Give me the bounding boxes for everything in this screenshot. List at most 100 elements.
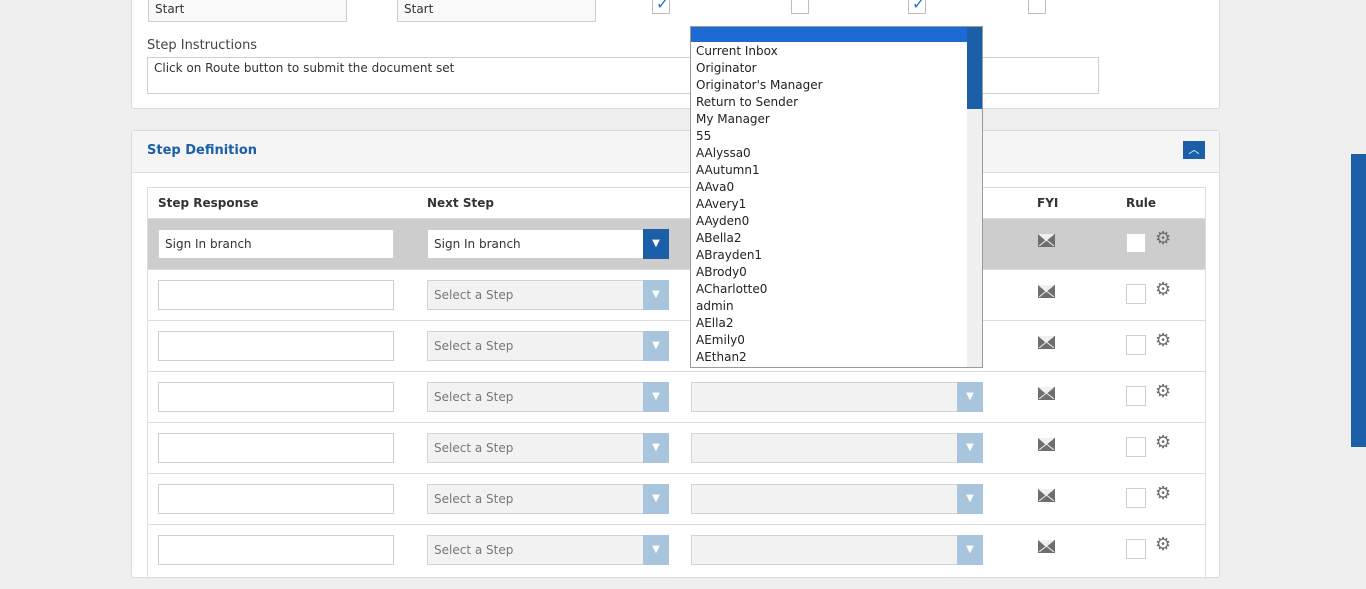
chevron-down-icon[interactable]: ▼ [957, 433, 983, 463]
dropdown-option[interactable]: Originator's Manager [696, 77, 823, 94]
step-instructions-label: Step Instructions [147, 38, 258, 53]
option-checkbox-4[interactable] [1028, 0, 1046, 14]
step-name-field[interactable]: Start [148, 0, 347, 22]
chevron-down-icon[interactable]: ▼ [957, 535, 983, 565]
step-response-input[interactable] [158, 535, 394, 565]
rule-checkbox[interactable] [1126, 539, 1146, 559]
rule-checkbox[interactable] [1126, 233, 1146, 253]
dropdown-option[interactable]: ABrayden1 [696, 247, 823, 264]
gear-icon[interactable]: ⚙ [1155, 535, 1171, 555]
chevron-down-icon[interactable]: ▼ [643, 535, 669, 565]
rule-checkbox[interactable] [1126, 488, 1146, 508]
step-response-input[interactable] [158, 382, 394, 412]
collapse-button[interactable]: ︿ [1183, 141, 1205, 159]
gear-icon[interactable]: ⚙ [1155, 433, 1171, 453]
dropdown-option[interactable]: 55 [696, 128, 823, 145]
option-checkbox-2[interactable] [791, 0, 809, 14]
envelope-icon[interactable] [1038, 438, 1055, 451]
chevron-up-icon: ︿ [1188, 143, 1200, 156]
gear-icon[interactable]: ⚙ [1155, 229, 1171, 249]
step-response-input[interactable] [158, 433, 394, 463]
gear-icon[interactable]: ⚙ [1155, 280, 1171, 300]
rule-checkbox[interactable] [1126, 437, 1146, 457]
table-row: Sign In branch Sign In branch ▼ ⚙ [148, 218, 1205, 269]
chevron-down-icon[interactable]: ▼ [643, 484, 669, 514]
table-row: Select a Step ▼ ▼ ⚙ [148, 473, 1205, 524]
next-step-value: Sign In branch [434, 237, 521, 251]
envelope-icon[interactable] [1038, 387, 1055, 400]
chevron-down-icon[interactable]: ▼ [643, 280, 669, 310]
dropdown-option[interactable]: AEthan2 [696, 349, 823, 366]
step-response-table: Step Response Next Step FYI Rule Sign In… [147, 187, 1206, 579]
chevron-down-icon[interactable]: ▼ [643, 382, 669, 412]
chevron-down-icon[interactable]: ▼ [643, 433, 669, 463]
dropdown-option[interactable]: AElla2 [696, 315, 823, 332]
table-row: Select a Step ▼ ⚙ [148, 269, 1205, 320]
step-response-input[interactable]: Sign In branch [158, 229, 394, 259]
assignee-select[interactable]: ▼ [691, 535, 983, 565]
envelope-icon[interactable] [1038, 540, 1055, 553]
dropdown-option[interactable]: Return to Sender [696, 94, 823, 111]
chevron-down-icon[interactable]: ▼ [643, 331, 669, 361]
assignee-select[interactable]: ▼ [691, 433, 983, 463]
step-response-input[interactable] [158, 331, 394, 361]
assignee-select[interactable]: ▼ [691, 382, 983, 412]
option-checkbox-3[interactable]: ✓ [908, 0, 926, 14]
step-response-input[interactable] [158, 484, 394, 514]
step-definition-card: Step Definition ︿ Step Response Next Ste… [131, 130, 1220, 579]
next-step-select[interactable]: Select a Step ▼ [427, 535, 669, 565]
next-step-select[interactable]: Select a Step ▼ [427, 331, 669, 361]
gear-icon[interactable]: ⚙ [1155, 331, 1171, 351]
scrollbar[interactable] [967, 27, 982, 367]
envelope-icon[interactable] [1038, 285, 1055, 298]
envelope-icon[interactable] [1038, 234, 1055, 247]
assignee-dropdown-list[interactable]: Current Inbox Originator Originator's Mana… [690, 26, 983, 368]
chevron-down-icon[interactable]: ▼ [957, 484, 983, 514]
next-step-select[interactable]: Select a Step ▼ [427, 484, 669, 514]
rule-checkbox[interactable] [1126, 335, 1146, 355]
rule-checkbox[interactable] [1126, 284, 1146, 304]
envelope-icon[interactable] [1038, 336, 1055, 349]
checkmark-icon: ✓ [656, 0, 670, 13]
selected-option[interactable] [691, 27, 968, 42]
next-step-select[interactable]: Select a Step ▼ [427, 382, 669, 412]
header-fyi: FYI [1037, 196, 1059, 210]
table-row: Select a Step ▼ ▼ ⚙ [148, 422, 1205, 473]
table-row: Select a Step ▼ ⚙ [148, 320, 1205, 371]
next-step-select[interactable]: Sign In branch ▼ [427, 229, 669, 259]
rule-checkbox[interactable] [1126, 386, 1146, 406]
dropdown-option[interactable]: AAyden0 [696, 213, 823, 230]
header-next-step: Next Step [427, 196, 494, 210]
option-checkbox-1[interactable]: ✓ [652, 0, 670, 14]
step-definition-header: Step Definition ︿ [132, 131, 1219, 173]
step-label-field[interactable]: Start [397, 0, 596, 22]
dropdown-option[interactable]: AEmily0 [696, 332, 823, 349]
next-step-select[interactable]: Select a Step ▼ [427, 280, 669, 310]
table-row: Select a Step ▼ ▼ ⚙ [148, 371, 1205, 422]
side-panel-tab[interactable] [1351, 154, 1366, 447]
dropdown-option[interactable]: ACharlotte0 [696, 281, 823, 298]
dropdown-option[interactable]: AAutumn1 [696, 162, 823, 179]
section-title: Step Definition [147, 143, 258, 158]
next-step-value: Select a Step [434, 288, 514, 302]
dropdown-option[interactable]: Originator [696, 60, 823, 77]
next-step-value: Select a Step [434, 492, 514, 506]
dropdown-option[interactable]: ABella2 [696, 230, 823, 247]
dropdown-option[interactable]: admin [696, 298, 823, 315]
next-step-select[interactable]: Select a Step ▼ [427, 433, 669, 463]
gear-icon[interactable]: ⚙ [1155, 484, 1171, 504]
table-row: Select a Step ▼ ▼ ⚙ [148, 524, 1205, 575]
dropdown-option[interactable]: My Manager [696, 111, 823, 128]
gear-icon[interactable]: ⚙ [1155, 382, 1171, 402]
assignee-select[interactable]: ▼ [691, 484, 983, 514]
dropdown-option[interactable]: AAlyssa0 [696, 145, 823, 162]
dropdown-option[interactable]: AAva0 [696, 179, 823, 196]
dropdown-option[interactable]: ABrody0 [696, 264, 823, 281]
scrollbar-thumb[interactable] [967, 27, 982, 109]
chevron-down-icon[interactable]: ▼ [643, 229, 669, 259]
chevron-down-icon[interactable]: ▼ [957, 382, 983, 412]
dropdown-option[interactable]: AAvery1 [696, 196, 823, 213]
dropdown-option[interactable]: Current Inbox [696, 43, 823, 60]
envelope-icon[interactable] [1038, 489, 1055, 502]
step-response-input[interactable] [158, 280, 394, 310]
